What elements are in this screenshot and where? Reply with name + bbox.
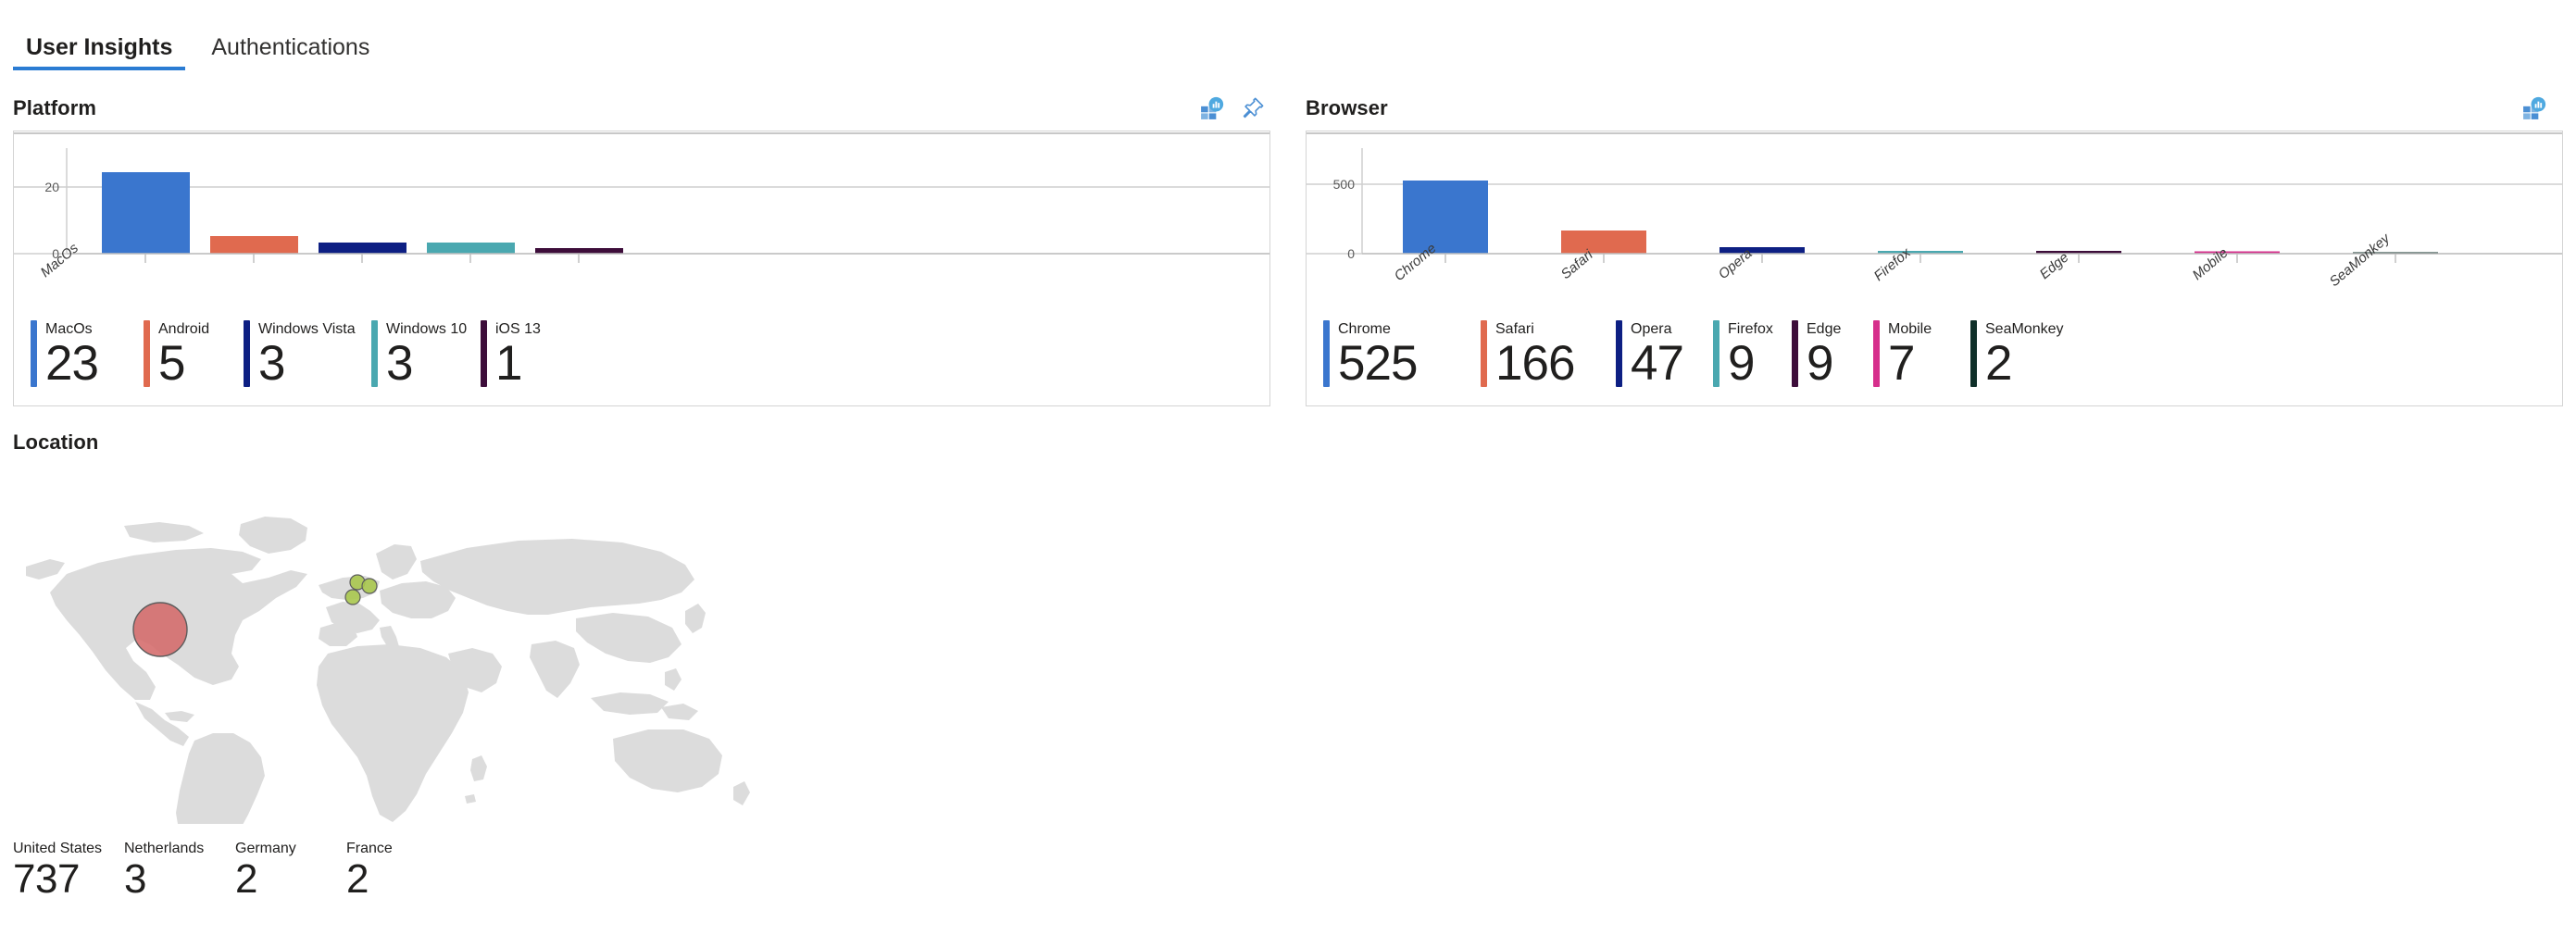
browser-bar-opera[interactable] [1719,247,1805,254]
browser-panel: 500 0 Chrome Safari Opera Firefox Edge M… [1306,131,2563,406]
kpi-value: 9 [1807,336,1833,391]
country-kpi-label: Netherlands [124,841,205,856]
tab-authentications-label: Authentications [211,34,370,60]
browser-section-title: Browser [1306,96,1388,119]
kpi-item[interactable]: SeaMonkey 2 [1970,320,2091,405]
platform-xtick-macos: MacOs [38,240,82,280]
location-kpi-strip: United States 737 Netherlands 3 Germany … [13,841,457,902]
kpi-value: 7 [1888,336,1915,391]
kpi-item[interactable]: Edge 9 [1792,320,1873,405]
country-kpi-label: United States [13,841,103,856]
map-bubble-germany[interactable] [361,578,378,594]
kpi-color-swatch [1792,320,1798,387]
kpi-value: 47 [1631,336,1684,391]
kpi-value: 1 [495,336,522,391]
kpi-color-swatch [1713,320,1719,387]
browser-kpi-strip: Chrome 525 Safari 166 Opera 47 Firefox 9 [1307,313,2562,405]
view-insights-icon[interactable] [2522,96,2546,120]
platform-bar-windows-10[interactable] [427,243,515,254]
platform-bar-macos[interactable] [102,172,190,254]
kpi-item[interactable]: Android 5 [144,320,244,405]
map-bubble-france[interactable] [344,589,361,605]
browser-bar-chart[interactable]: 500 0 Chrome Safari Opera Firefox Edge M… [1307,131,2562,313]
country-kpi-value: 3 [124,856,146,902]
kpi-item[interactable]: MacOs 23 [31,320,144,405]
browser-xtick-seamonkey: SeaMonkey [2327,230,2395,290]
platform-kpi-strip: MacOs 23 Android 5 Windows Vista 3 Windo… [14,313,1269,405]
kpi-item[interactable]: iOS 13 1 [481,320,573,405]
browser-ytick-0: 0 [1347,246,1355,261]
country-kpi-label: Germany [235,841,296,856]
kpi-color-swatch [1481,320,1487,387]
kpi-value: 9 [1728,336,1755,391]
tab-user-insights-label: User Insights [26,34,173,60]
kpi-color-swatch [481,320,487,387]
kpi-value: 3 [386,336,413,391]
country-kpi-label: France [346,841,393,856]
platform-bar-android[interactable] [210,236,298,254]
browser-bar-safari[interactable] [1561,231,1646,254]
location-section-title: Location [13,430,99,454]
location-bubble-map[interactable] [13,481,754,824]
kpi-color-swatch [31,320,37,387]
kpi-color-swatch [1873,320,1880,387]
kpi-color-swatch [371,320,378,387]
map-bubble-united-states[interactable] [132,602,188,657]
kpi-item[interactable]: Opera 47 [1616,320,1713,405]
kpi-item[interactable]: Chrome 525 [1323,320,1481,405]
tab-authentications[interactable]: Authentications [198,36,382,70]
country-kpi-value: 2 [235,856,257,902]
kpi-item[interactable]: Firefox 9 [1713,320,1792,405]
tab-user-insights[interactable]: User Insights [13,34,186,70]
kpi-color-swatch [1323,320,1330,387]
platform-ytick-20: 20 [44,180,59,194]
platform-bar-ios-13[interactable] [535,248,623,254]
country-kpi-item[interactable]: Germany 2 [235,841,346,902]
tab-bar: User Insights Authentications [0,0,2576,70]
country-kpi-item[interactable]: United States 737 [13,841,124,902]
browser-xtick-firefox: Firefox [1871,244,1914,284]
map-landmasses [26,517,750,824]
kpi-item[interactable]: Windows Vista 3 [244,320,371,405]
kpi-item[interactable]: Safari 166 [1481,320,1616,405]
platform-bar-chart[interactable]: 20 0 MacOs [14,131,1269,313]
pin-icon[interactable] [1241,96,1265,120]
country-kpi-value: 2 [346,856,369,902]
platform-panel: 20 0 MacOs MacOs 23 Android 5 Windows Vi… [13,131,1270,406]
kpi-item[interactable]: Windows 10 3 [371,320,481,405]
kpi-value: 5 [158,336,185,391]
browser-xtick-edge: Edge [2037,250,2072,283]
kpi-item[interactable]: Mobile 7 [1873,320,1970,405]
kpi-value: 3 [258,336,285,391]
country-kpi-value: 737 [13,856,80,902]
platform-bar-windows-vista[interactable] [319,243,406,254]
platform-section-title: Platform [13,96,97,119]
browser-bar-chrome[interactable] [1403,181,1488,254]
kpi-value: 166 [1495,336,1575,391]
platform-panel-icons [1200,96,1265,120]
kpi-value: 2 [1985,336,2012,391]
kpi-value: 23 [45,336,99,391]
view-insights-icon[interactable] [1200,96,1224,120]
kpi-color-swatch [144,320,150,387]
browser-ytick-500: 500 [1333,177,1356,192]
kpi-color-swatch [1970,320,1977,387]
kpi-value: 525 [1338,336,1418,391]
kpi-color-swatch [1616,320,1622,387]
browser-xtick-mobile: Mobile [2190,245,2232,283]
kpi-color-swatch [244,320,250,387]
country-kpi-item[interactable]: France 2 [346,841,457,902]
world-map-svg [26,517,750,824]
country-kpi-item[interactable]: Netherlands 3 [124,841,235,902]
browser-panel-icons [2522,96,2546,120]
browser-chart-svg: 500 0 Chrome Safari Opera Firefox Edge M… [1307,132,2562,290]
platform-chart-svg: 20 0 MacOs [14,132,1269,280]
